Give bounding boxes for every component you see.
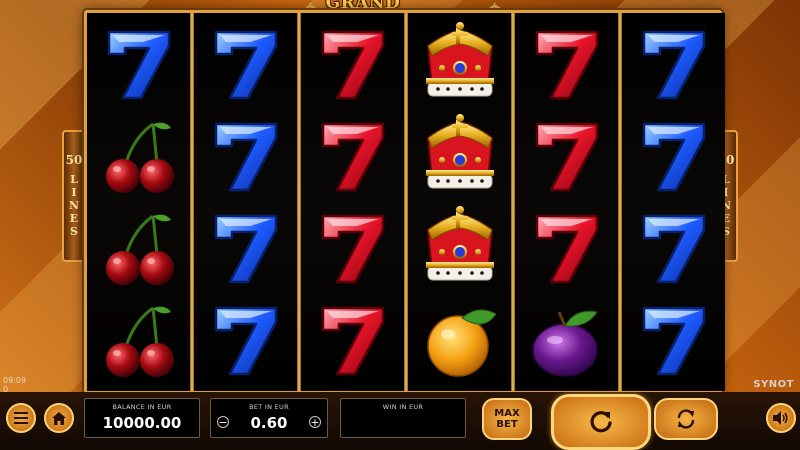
seven-red-icon [311,22,395,106]
cherry-icon [97,298,181,382]
balance-label: BALANCE IN EUR [112,403,172,411]
symbol-seven-blue [87,19,190,109]
seven-blue-icon [204,114,288,198]
reel-1 [87,13,190,391]
symbol-seven-red [301,295,404,385]
symbol-seven-blue [194,203,297,293]
seven-blue-icon [632,298,716,382]
symbol-seven-red [515,19,618,109]
seven-blue-icon [632,206,716,290]
symbol-seven-red [515,111,618,201]
spin-button[interactable] [551,394,651,450]
symbol-seven-blue [622,295,725,385]
home-button[interactable] [44,403,74,433]
symbol-seven-blue [622,203,725,293]
home-icon [52,411,66,425]
seven-red-icon [525,206,609,290]
symbol-seven-blue [622,19,725,109]
symbol-crown [408,203,511,293]
seven-blue-icon [632,22,716,106]
symbol-cherry [87,295,190,385]
seven-blue-icon [204,22,288,106]
crown-icon [418,22,502,106]
sound-button[interactable] [766,403,796,433]
symbol-seven-red [515,203,618,293]
bet-decrease-button[interactable]: − [217,416,229,428]
plum-icon [525,298,609,382]
win-label: WIN IN EUR [382,403,424,411]
cherry-icon [97,114,181,198]
reel-4 [408,13,511,391]
seven-red-icon [311,298,395,382]
reel-3 [301,13,404,391]
provider-logo: SYNOT [753,379,794,390]
paylines-badge-left: 50 LINES [62,130,86,262]
max-bet-label-line1: MAX [494,408,520,419]
max-bet-button[interactable]: MAX BET [482,398,532,440]
autoplay-button[interactable] [654,398,718,440]
seven-blue-icon [97,22,181,106]
balance-value: 10000.00 [102,414,182,432]
paylines-label: LINES [68,173,80,238]
bet-increase-button[interactable]: + [309,416,321,428]
seven-red-icon [311,114,395,198]
symbol-crown [408,111,511,201]
bet-panel: BET IN EUR 0.60 − + [210,398,328,438]
menu-button[interactable] [6,403,36,433]
symbol-seven-blue [194,19,297,109]
reel-area[interactable] [84,10,725,394]
paylines-count: 50 [65,153,83,167]
win-panel: WIN IN EUR [340,398,466,438]
crown-icon [418,206,502,290]
reel-5 [515,13,618,391]
symbol-plum [515,295,618,385]
seven-blue-icon [204,298,288,382]
bet-label: BET IN EUR [249,403,289,411]
clock-time: 09:09 [3,376,27,385]
symbol-seven-red [301,19,404,109]
balance-panel: BALANCE IN EUR 10000.00 [84,398,200,438]
cherry-icon [97,206,181,290]
reel-6 [622,13,725,391]
crown-icon [418,114,502,198]
symbol-seven-blue [194,111,297,201]
symbol-seven-blue [194,295,297,385]
orange-icon [418,298,502,382]
seven-blue-icon [632,114,716,198]
seven-red-icon [311,206,395,290]
seven-red-icon [525,114,609,198]
symbol-seven-red [301,111,404,201]
symbol-cherry [87,203,190,293]
symbol-seven-red [301,203,404,293]
symbol-orange [408,295,511,385]
max-bet-label-line2: BET [496,419,518,430]
symbol-crown [408,19,511,109]
seven-red-icon [525,22,609,106]
autoplay-icon [677,409,695,429]
seven-blue-icon [204,206,288,290]
menu-icon [14,412,28,424]
reel-2 [194,13,297,391]
symbol-seven-blue [622,111,725,201]
sound-icon [773,411,788,425]
symbol-cherry [87,111,190,201]
spin-icon [590,411,612,433]
